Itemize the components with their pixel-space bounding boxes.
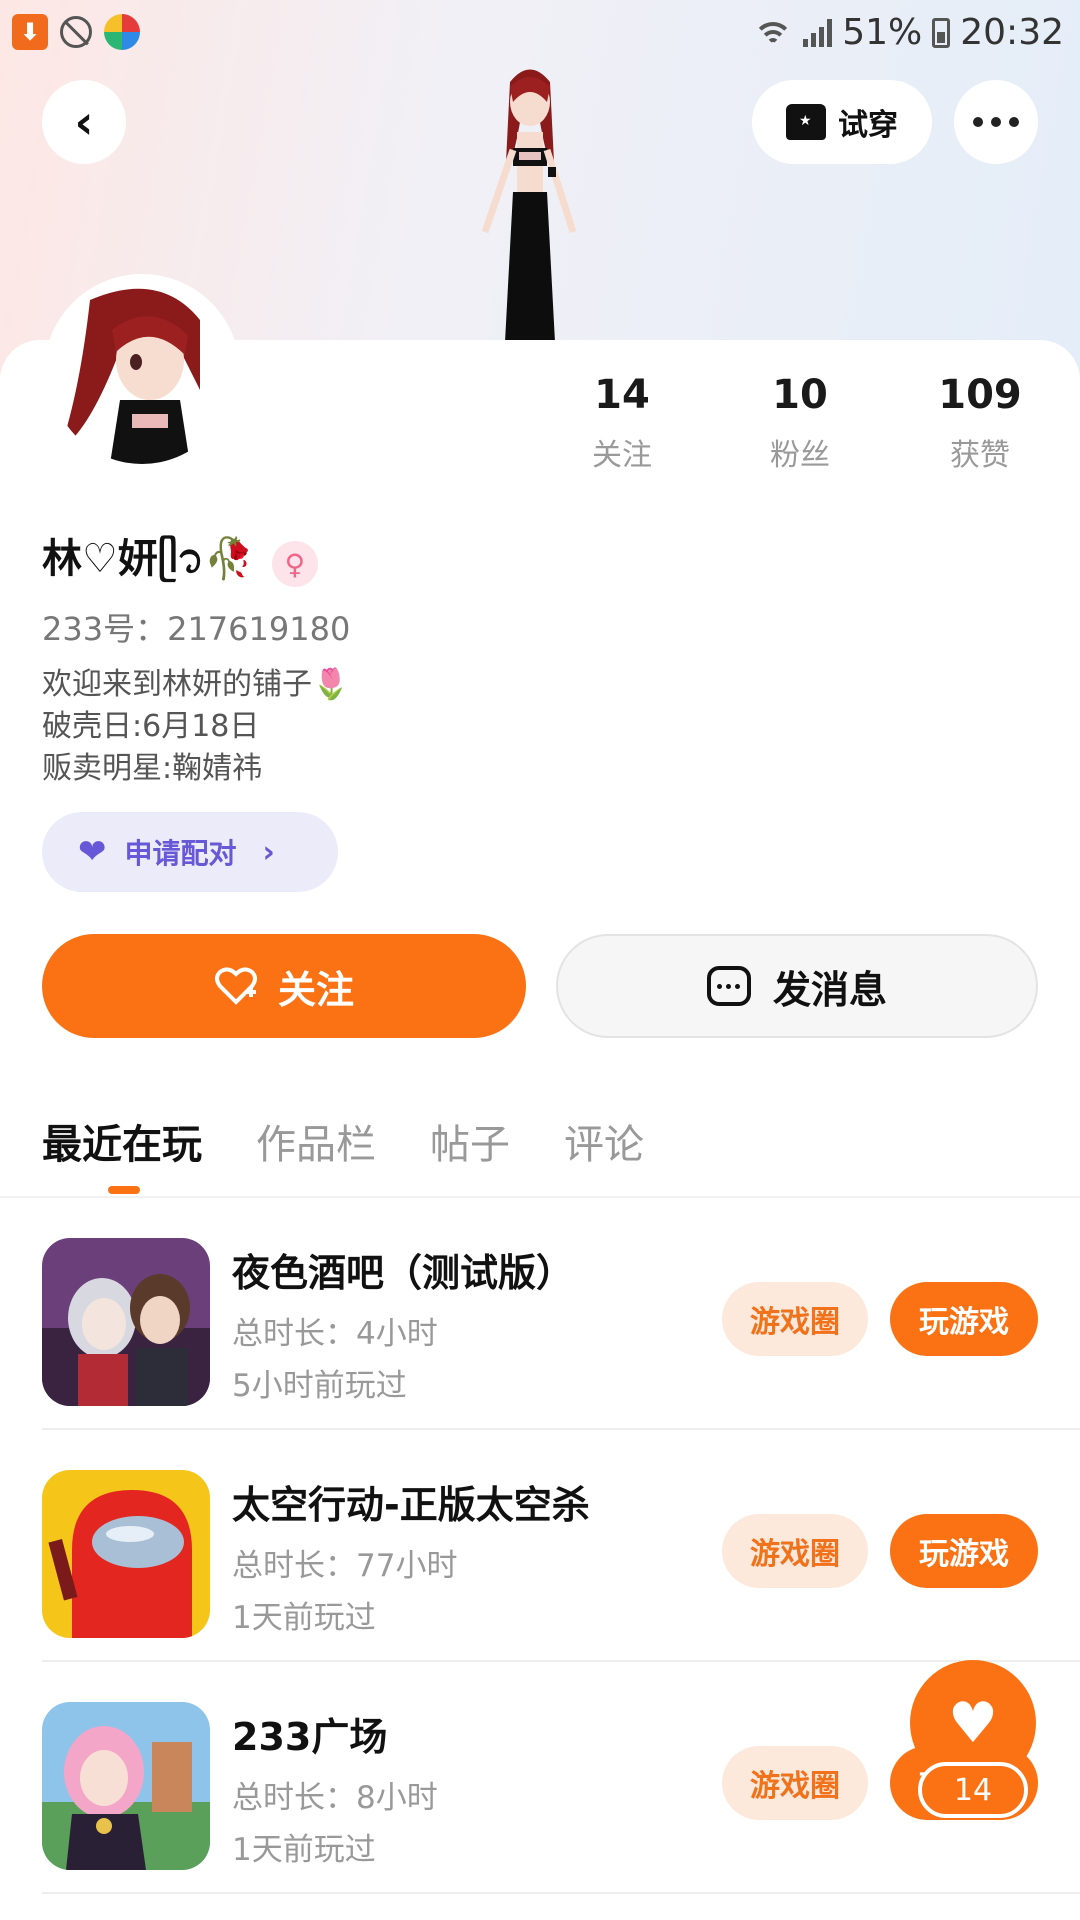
chat-bubble-icon (706, 966, 751, 1006)
game-thumbnail[interactable] (42, 1470, 210, 1638)
game-list-item[interactable]: 太空行动-正版太空杀 总时长：77小时 1天前玩过 游戏圈 玩游戏 (0, 1430, 1080, 1662)
game-last-played: 1天前玩过 (232, 1600, 376, 1636)
heart-pair-icon: ❤ (78, 832, 107, 872)
game-duration: 总时长：8小时 (232, 1780, 438, 1816)
tab-works[interactable]: 作品栏 (256, 1112, 376, 1170)
game-thumbnail[interactable] (42, 1238, 210, 1406)
more-options-button[interactable] (954, 80, 1038, 164)
game-art-night-bar (42, 1238, 210, 1406)
stat-fans[interactable]: 10 粉丝 (730, 372, 870, 474)
stat-fans-count: 10 (772, 372, 828, 418)
game-title: 夜色酒吧（测试版） (232, 1251, 575, 1295)
active-tab-indicator (108, 1186, 140, 1194)
user-bio: 欢迎来到林妍的铺子🌷 破壳日:6月18日 贩卖明星:鞠婧祎 (42, 664, 349, 790)
tab-recently-played[interactable]: 最近在玩 (42, 1112, 202, 1170)
name-row: 林♡妍ᥫ᭡🥀 ♀ (42, 526, 318, 602)
wifi-icon (753, 18, 794, 48)
app-colorwheel-icon (104, 14, 140, 50)
profile-page: ⬇ 51% 20:32 ‹ 试穿 (0, 0, 1080, 1920)
clock: 20:32 (960, 12, 1064, 53)
user-avatar[interactable] (44, 274, 240, 470)
tab-comments[interactable]: 评论 (564, 1112, 644, 1170)
tab-posts[interactable]: 帖子 (430, 1112, 510, 1170)
chevron-right-icon: › (262, 834, 275, 870)
game-circle-button[interactable]: 游戏圈 (722, 1282, 868, 1356)
more-dot (991, 117, 1001, 127)
try-on-label: 试穿 (838, 108, 898, 143)
row-divider (42, 1892, 1080, 1894)
game-circle-button[interactable]: 游戏圈 (722, 1514, 868, 1588)
stat-likes[interactable]: 109 获赞 (910, 372, 1050, 474)
stat-likes-label: 获赞 (950, 438, 1010, 473)
game-art-233-plaza (42, 1702, 210, 1870)
stat-following[interactable]: 14 关注 (552, 372, 692, 474)
user-id[interactable]: 233号：217619180 (42, 604, 350, 650)
back-button[interactable]: ‹ (42, 80, 126, 164)
signal-icon (803, 18, 833, 47)
female-gender-icon: ♀ (271, 541, 318, 587)
game-list-item[interactable]: 夜色酒吧（测试版） 总时长：4小时 5小时前玩过 游戏圈 玩游戏 (0, 1198, 1080, 1430)
battery-icon (932, 17, 951, 48)
play-game-button[interactable]: 玩游戏 (890, 1514, 1038, 1588)
stat-following-label: 关注 (592, 438, 652, 473)
avatar-3d-figure[interactable] (455, 62, 605, 342)
heart-icon: ♥ (947, 1690, 999, 1756)
game-duration: 总时长：4小时 (232, 1316, 438, 1352)
game-art-space-action (42, 1470, 210, 1638)
profile-tabs: 最近在玩 作品栏 帖子 评论 (42, 1112, 644, 1170)
try-on-button[interactable]: 试穿 (752, 80, 932, 164)
game-thumbnail[interactable] (42, 1702, 210, 1870)
more-dot (973, 117, 983, 127)
stat-fans-label: 粉丝 (770, 438, 830, 473)
play-game-button[interactable]: 玩游戏 (890, 1282, 1038, 1356)
game-duration: 总时长：77小时 (232, 1548, 458, 1584)
game-circle-button[interactable]: 游戏圈 (722, 1746, 868, 1820)
status-bar: ⬇ 51% 20:32 (0, 0, 1080, 66)
apply-pairing-label: 申请配对 (124, 837, 237, 870)
bio-line: 贩卖明星:鞠婧祎 (42, 751, 263, 786)
heart-plus-icon (214, 967, 257, 1005)
avatar-portrait-icon (50, 280, 234, 464)
download-icon: ⬇ (12, 14, 48, 50)
game-last-played: 1天前玩过 (232, 1832, 376, 1868)
game-last-played: 5小时前玩过 (232, 1368, 407, 1404)
apply-pairing-button[interactable]: ❤ 申请配对 › (42, 812, 338, 892)
stat-likes-count: 109 (938, 372, 1022, 418)
like-count-badge: 14 (918, 1762, 1028, 1818)
blocked-icon (60, 16, 92, 48)
user-name: 林♡妍ᥫ᭡🥀 (42, 536, 254, 582)
follow-label: 关注 (277, 967, 354, 1012)
send-message-button[interactable]: 发消息 (556, 934, 1038, 1038)
game-title: 太空行动-正版太空杀 (232, 1483, 590, 1527)
more-dot (1009, 117, 1019, 127)
back-arrow-icon: ‹ (74, 95, 94, 149)
battery-percent: 51% (842, 12, 923, 53)
bio-line: 欢迎来到林妍的铺子🌷 (42, 667, 350, 702)
follow-button[interactable]: 关注 (42, 934, 526, 1038)
stat-following-count: 14 (594, 372, 650, 418)
shirt-icon (786, 104, 826, 140)
game-title: 233广场 (232, 1715, 388, 1759)
bio-line: 破壳日:6月18日 (42, 709, 260, 744)
send-message-label: 发消息 (772, 967, 887, 1012)
